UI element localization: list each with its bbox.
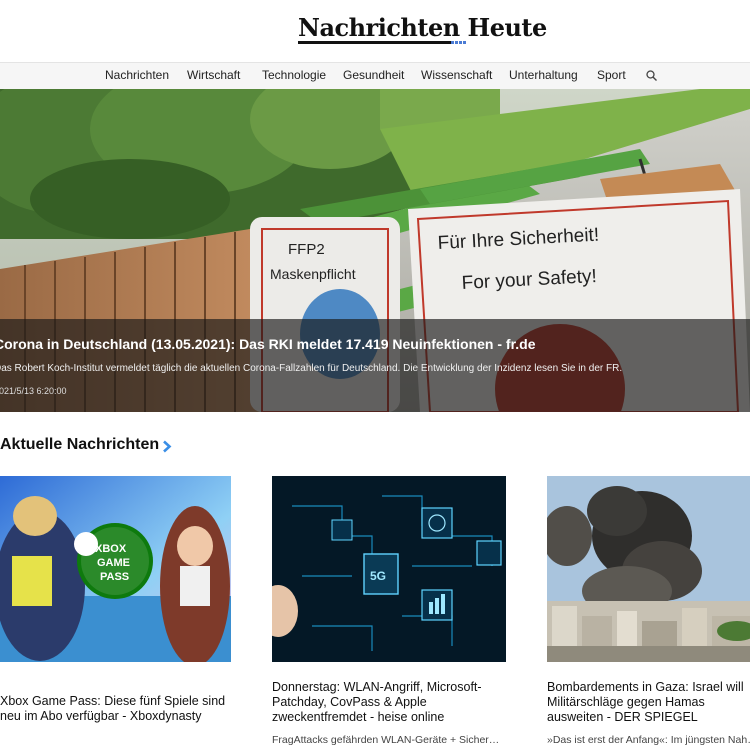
nav-item-gesundheit[interactable]: Gesundheit [343, 68, 404, 82]
nav-item-wissenschaft[interactable]: Wissenschaft [421, 68, 492, 82]
chevron-right-icon[interactable] [162, 440, 172, 453]
section-title[interactable]: Aktuelle Nachrichten [0, 436, 159, 454]
article-title-gaza[interactable]: Bombardements in Gaza: Israel will Milit… [547, 680, 750, 725]
nav-item-technologie[interactable]: Technologie [262, 68, 326, 82]
masthead: Nachrichten Heute [0, 0, 750, 62]
article-image-xbox-art: XBOX GAME PASS [0, 476, 231, 662]
logo-accent [451, 41, 466, 44]
article-image-xbox[interactable]: XBOX GAME PASS [0, 476, 231, 662]
article-excerpt-gaza: »Das ist erst der Anfang«: Im jüngsten N… [547, 734, 750, 746]
nav-item-sport[interactable]: Sport [597, 68, 626, 82]
chip-5g-label: 5G [370, 569, 386, 583]
xbox-badge-line3: PASS [100, 571, 129, 583]
search-icon[interactable] [646, 70, 657, 81]
xbox-badge-line1: XBOX [95, 543, 127, 555]
nav-item-wirtschaft[interactable]: Wirtschaft [187, 68, 240, 82]
nav-item-unterhaltung[interactable]: Unterhaltung [509, 68, 578, 82]
article-excerpt-wlan: FragAttacks gefährden WLAN-Geräte + Sich… [272, 734, 500, 746]
article-image-gaza-art [547, 476, 750, 662]
logo-underline [298, 41, 466, 44]
site-logo[interactable]: Nachrichten Heute [298, 13, 547, 42]
article-image-wlan-art: 5G [272, 476, 506, 662]
hero-title[interactable]: Corona in Deutschland (13.05.2021): Das … [0, 336, 536, 352]
main-nav: Nachrichten Wirtschaft Technologie Gesun… [0, 62, 750, 90]
article-title-wlan[interactable]: Donnerstag: WLAN-Angriff, Microsoft-Patc… [272, 680, 500, 725]
article-image-wlan[interactable]: 5G [272, 476, 506, 662]
hero-sign-left-line1: FFP2 [288, 241, 325, 258]
hero-description: Das Robert Koch-Institut vermeldet tägli… [0, 363, 623, 374]
hero-sign-left-line2: Maskenpflicht [270, 266, 356, 282]
article-image-gaza[interactable] [547, 476, 750, 662]
article-title-xbox[interactable]: Xbox Game Pass: Diese fünf Spiele sind n… [0, 694, 228, 724]
nav-item-nachrichten[interactable]: Nachrichten [105, 68, 169, 82]
hero-article[interactable]: FFP2 Maskenpflicht Für Ihre Sicherheit! … [0, 89, 750, 412]
xbox-badge-line2: GAME [97, 557, 130, 569]
hero-timestamp: 2021/5/13 6:20:00 [0, 386, 67, 396]
